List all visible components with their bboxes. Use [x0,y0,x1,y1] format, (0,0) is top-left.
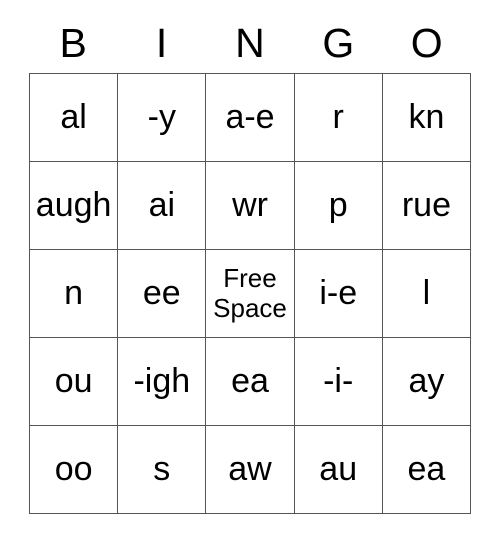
bingo-cell-b5[interactable]: oo [30,426,119,514]
bingo-row: oo s aw au ea [30,426,472,514]
bingo-cell-n2[interactable]: wr [206,162,295,250]
bingo-cell-i1[interactable]: -y [118,74,207,162]
bingo-cell-o5[interactable]: ea [382,426,472,514]
bingo-cell-n5[interactable]: aw [206,426,295,514]
bingo-cell-g4[interactable]: -i- [294,338,383,426]
bingo-cell-i5[interactable]: s [118,426,207,514]
bingo-cell-o2[interactable]: rue [382,162,472,250]
bingo-card: B I N G O al -y a-e r kn augh ai wr p ru… [29,14,472,514]
bingo-header-letter-b: B [59,20,87,66]
bingo-header-letter-g: G [322,20,355,66]
bingo-header-letter-o: O [410,20,443,66]
bingo-row: ou -igh ea -i- ay [30,338,472,426]
bingo-cell-g1[interactable]: r [294,74,383,162]
bingo-header-letter-i: I [155,20,168,66]
bingo-header-letter-n: N [235,20,265,66]
bingo-cell-n4[interactable]: ea [206,338,295,426]
bingo-cell-i2[interactable]: ai [118,162,207,250]
bingo-cell-b3[interactable]: n [30,250,119,338]
bingo-grid: al -y a-e r kn augh ai wr p rue n ee Fre… [29,73,472,514]
bingo-row: n ee Free Space i-e l [30,250,472,338]
bingo-row: augh ai wr p rue [30,162,472,250]
bingo-cell-i3[interactable]: ee [118,250,207,338]
bingo-cell-o3[interactable]: l [382,250,472,338]
bingo-cell-b1[interactable]: al [30,74,119,162]
bingo-cell-free-space[interactable]: Free Space [206,250,295,338]
bingo-cell-i4[interactable]: -igh [118,338,207,426]
bingo-cell-o4[interactable]: ay [382,338,472,426]
bingo-header-row: B I N G O [29,14,471,73]
bingo-cell-g2[interactable]: p [294,162,383,250]
bingo-cell-g5[interactable]: au [294,426,383,514]
bingo-row: al -y a-e r kn [30,74,472,162]
bingo-cell-b4[interactable]: ou [30,338,119,426]
bingo-cell-g3[interactable]: i-e [294,250,383,338]
bingo-cell-n1[interactable]: a-e [206,74,295,162]
bingo-cell-o1[interactable]: kn [382,74,472,162]
bingo-cell-b2[interactable]: augh [30,162,119,250]
